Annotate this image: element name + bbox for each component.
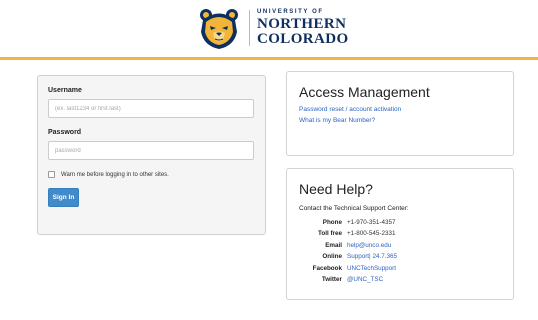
twitter-link[interactable]: @UNC_TSC	[347, 274, 397, 285]
contact-key: Phone	[322, 218, 342, 226]
logo-university-of: UNIVERSITY OF	[257, 9, 324, 15]
contact-key: Toll free	[317, 230, 342, 238]
contact-key: Facebook	[312, 264, 342, 272]
bear-number-link[interactable]: What is my Bear Number?	[299, 117, 501, 124]
warn-label[interactable]: Warn me before logging in to other sites…	[61, 172, 169, 178]
need-help-title: Need Help?	[299, 181, 373, 197]
contact-row-twitter: Twitter @UNC_TSC	[299, 274, 397, 285]
logo-wordmark: UNIVERSITY OF NORTHERN COLORADO	[257, 9, 349, 47]
sign-in-button[interactable]: Sign In	[48, 188, 79, 207]
need-help-panel: Need Help? Contact the Technical Support…	[286, 168, 514, 300]
unc-logo[interactable]: UNIVERSITY OF NORTHERN COLORADO	[197, 6, 349, 50]
contact-row-phone: Phone +1-970-351-4357	[299, 217, 397, 228]
contact-row-online: Online Support| 24.7.365	[299, 251, 397, 262]
password-input[interactable]	[48, 141, 254, 160]
access-management-panel: Access Management Password reset / accou…	[286, 71, 514, 156]
password-reset-link[interactable]: Password reset / account activation	[299, 106, 501, 113]
warn-checkbox[interactable]	[48, 171, 55, 178]
help-intro: Contact the Technical Support Center:	[299, 205, 409, 212]
access-management-title: Access Management	[299, 84, 430, 100]
contact-key: Email	[325, 241, 342, 249]
contact-key: Twitter	[321, 276, 342, 284]
facebook-link[interactable]: UNCTechSupport	[347, 263, 397, 274]
password-label: Password	[48, 129, 82, 136]
contact-row-email: Email help@unco.edu	[299, 240, 397, 251]
contact-table: Phone +1-970-351-4357 Toll free +1-800-5…	[299, 217, 397, 286]
username-input[interactable]	[48, 99, 254, 118]
username-label: Username	[48, 87, 82, 94]
login-form: Username Password Warn me before logging…	[37, 75, 266, 235]
logo-northern: NORTHERN	[257, 16, 347, 32]
contact-value: +1-970-351-4357	[347, 218, 396, 226]
logo-divider	[249, 10, 250, 46]
email-link[interactable]: help@unco.edu	[347, 240, 397, 251]
bear-logo-icon	[200, 9, 238, 49]
contact-key: Online	[322, 253, 342, 261]
online-support-link[interactable]: Support| 24.7.365	[347, 251, 397, 262]
site-header: UNIVERSITY OF NORTHERN COLORADO	[0, 0, 538, 60]
contact-row-toll-free: Toll free +1-800-545-2331	[299, 228, 397, 239]
contact-value: +1-800-545-2331	[347, 230, 396, 238]
contact-row-facebook: Facebook UNCTechSupport	[299, 263, 397, 274]
warn-option: Warn me before logging in to other sites…	[48, 171, 255, 178]
logo-colorado: COLORADO	[257, 31, 349, 47]
